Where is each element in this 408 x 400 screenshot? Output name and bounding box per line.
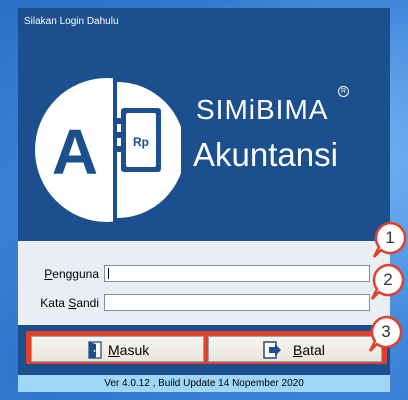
- callout-3-number: 3: [381, 322, 391, 341]
- cancel-button[interactable]: Batal: [208, 336, 382, 362]
- login-button-label: Masuk: [108, 342, 149, 358]
- registered-mark: R: [338, 86, 349, 97]
- button-bar: Masuk Batal: [18, 325, 390, 375]
- buttons-highlight-frame: Masuk Batal: [26, 331, 387, 364]
- login-text: asuk: [119, 342, 150, 358]
- login-form: Pengguna Kata Sandi: [18, 241, 390, 325]
- password-label: Kata Sandi: [28, 296, 99, 310]
- logo-currency: Rp: [133, 135, 149, 149]
- exit-icon: [263, 341, 281, 359]
- brand-name-line1: SIMiBIMA: [196, 94, 329, 125]
- callout-1: 1: [372, 220, 408, 260]
- callout-2: 2: [370, 262, 406, 302]
- username-label: Pengguna: [38, 267, 99, 281]
- cancel-text: atal: [302, 342, 325, 358]
- username-label-text: engguna: [52, 267, 99, 281]
- login-mnemonic: M: [108, 342, 120, 358]
- door-login-icon: [88, 341, 102, 359]
- password-label-prefix: Kata: [40, 296, 69, 310]
- login-prompt: Silakan Login Dahulu: [24, 16, 119, 27]
- callout-3: 3: [368, 314, 404, 354]
- brand-name-line2: Akuntansi: [193, 136, 338, 173]
- cancel-button-label: Batal: [293, 342, 325, 358]
- login-button[interactable]: Masuk: [31, 336, 204, 362]
- callout-1-number: 1: [385, 228, 395, 247]
- header-banner: Silakan Login Dahulu Rp A SIMiBIMA R Aku…: [18, 8, 390, 241]
- callout-2-number: 2: [383, 270, 393, 289]
- text-caret: [108, 268, 109, 279]
- username-input[interactable]: [104, 265, 370, 282]
- version-info: Ver 4.0.12 , Build Update 14 Nopember 20…: [18, 375, 390, 392]
- logo-letter: A: [52, 116, 98, 188]
- password-input[interactable]: [104, 294, 370, 311]
- login-window: Silakan Login Dahulu Rp A SIMiBIMA R Aku…: [18, 8, 390, 392]
- password-label-text: andi: [76, 296, 99, 310]
- app-logo-icon: Rp A: [35, 78, 181, 222]
- cancel-mnemonic: B: [293, 342, 303, 358]
